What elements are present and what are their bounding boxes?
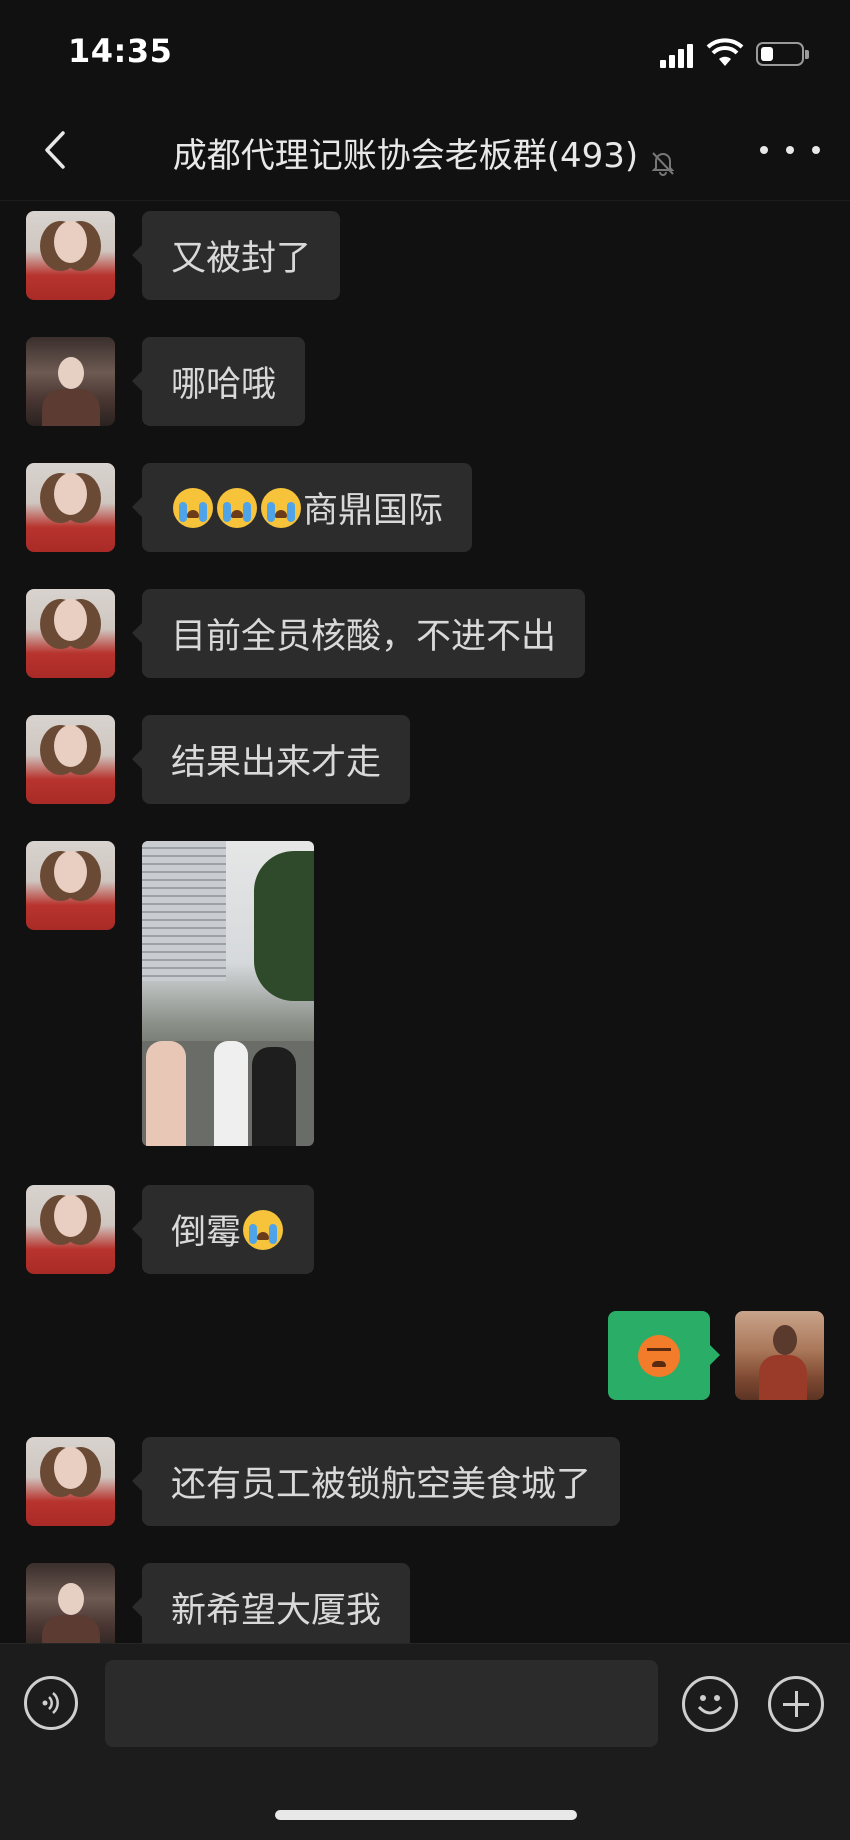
chat-title[interactable]: 成都代理记账协会老板群(493) [173, 136, 638, 176]
angry-emoji-icon [638, 1334, 680, 1377]
avatar[interactable] [26, 841, 115, 930]
crying-emoji-icon [173, 487, 213, 528]
message-text: 还有员工被锁航空美食城了 [171, 1465, 592, 1505]
more-dots-icon [760, 146, 768, 154]
avatar-self[interactable] [735, 1311, 824, 1400]
message-text: 哪哈哦 [171, 365, 277, 405]
avatar[interactable] [26, 337, 115, 426]
message-bubble[interactable]: 又被封了 [131, 211, 341, 300]
crying-emoji-icon [217, 487, 257, 528]
smiley-icon [697, 1695, 723, 1715]
message-bubble-self[interactable] [608, 1311, 720, 1400]
bell-off-icon [651, 151, 675, 176]
avatar[interactable] [26, 715, 115, 804]
status-time: 14:35 [68, 32, 173, 70]
avatar[interactable] [26, 1437, 115, 1526]
status-bar: 14:35 [0, 0, 850, 100]
avatar[interactable] [26, 1185, 115, 1274]
avatar[interactable] [26, 589, 115, 678]
message-bubble[interactable]: 目前全员核酸，不进不出 [131, 589, 586, 678]
chat-header: 成都代理记账协会老板群(493) [0, 100, 850, 201]
message-bubble[interactable]: 倒霉 [131, 1185, 315, 1274]
message-text: 倒霉 [171, 1213, 242, 1253]
message-text: 商鼎国际 [303, 491, 444, 531]
voice-icon [42, 1692, 59, 1714]
battery-icon [756, 42, 809, 66]
voice-button[interactable] [24, 1676, 78, 1730]
photo-message[interactable] [142, 841, 314, 1146]
message-bubble[interactable]: 哪哈哦 [131, 337, 306, 426]
message-text: 结果出来才走 [171, 743, 382, 783]
message-text: 又被封了 [171, 239, 312, 279]
signal-icon [660, 42, 700, 68]
message-list[interactable]: 又被封了 哪哈哦 商鼎国际 目前全员核酸，不进不出 结果出来才走 倒霉 还有员工… [0, 200, 850, 1643]
message-bubble[interactable]: 商鼎国际 [131, 463, 473, 552]
avatar[interactable] [26, 211, 115, 300]
avatar[interactable] [26, 1563, 115, 1643]
more-button[interactable] [760, 130, 820, 170]
message-bubble[interactable]: 新希望大厦我 [131, 1563, 411, 1643]
message-bubble[interactable]: 结果出来才走 [131, 715, 411, 804]
crying-emoji-icon [243, 1209, 284, 1250]
input-bar [0, 1643, 850, 1840]
message-text: 新希望大厦我 [171, 1591, 382, 1631]
wifi-icon [706, 38, 744, 66]
message-text: 目前全员核酸，不进不出 [171, 617, 557, 657]
plus-button[interactable] [768, 1676, 824, 1732]
crying-emoji-icon [261, 487, 301, 528]
home-indicator [275, 1810, 577, 1820]
message-bubble[interactable]: 还有员工被锁航空美食城了 [131, 1437, 621, 1526]
avatar[interactable] [26, 463, 115, 552]
message-input[interactable] [105, 1660, 658, 1747]
emoji-button[interactable] [682, 1676, 738, 1732]
